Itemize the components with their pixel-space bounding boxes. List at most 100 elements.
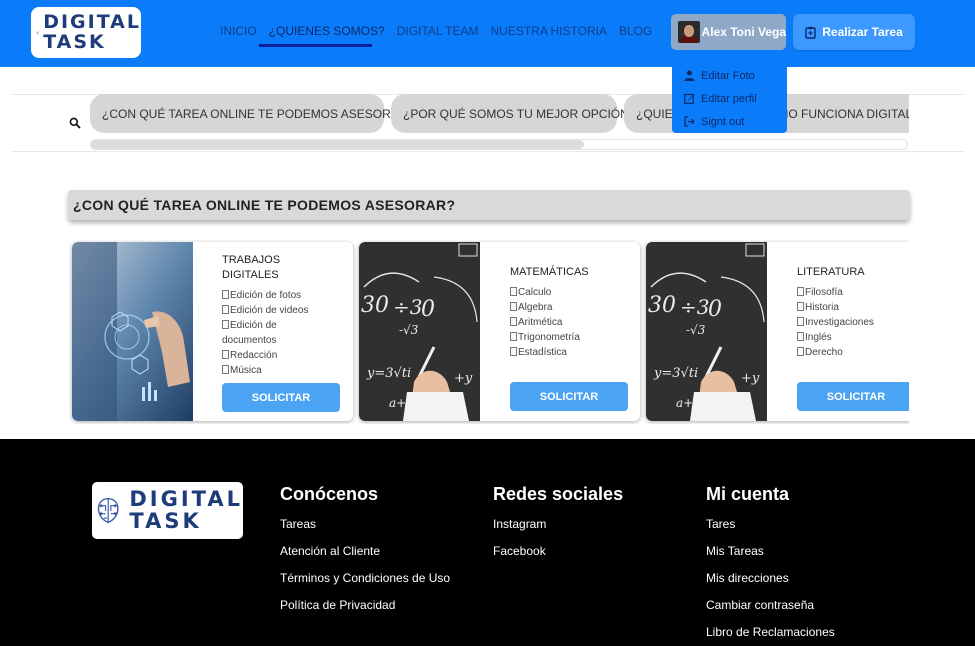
list-item: Investigaciones [797, 315, 874, 330]
avatar [678, 21, 700, 43]
footer-link-facebook[interactable]: Facebook [493, 538, 623, 565]
list-item-label: Aritmética [518, 317, 563, 328]
nav-digital-team[interactable]: DIGITAL TEAM [397, 24, 479, 38]
list-item-label: Calculo [518, 287, 552, 298]
card-title: LITERATURA [797, 266, 865, 278]
menu-item-editar-perfil[interactable]: Editar perfil [672, 87, 787, 110]
document-icon [510, 287, 517, 296]
logo-text-line2: TASK [129, 509, 202, 533]
list-item: Música [222, 363, 308, 378]
list-item-label: Estadística [518, 347, 567, 358]
top-header: DIGITAL TASK INICIO ¿QUIENES SOMOS? DIGI… [0, 0, 975, 67]
logo-text: DIGITAL TASK [43, 13, 141, 52]
list-item-label: Derecho [805, 347, 843, 358]
document-icon [510, 302, 517, 311]
document-icon [510, 332, 517, 341]
footer-link-tareas[interactable]: Tareas [280, 511, 450, 538]
document-icon [222, 350, 229, 359]
logo-text-line1: DIGITAL [129, 487, 243, 511]
card-items: Filosofía Historia Investigaciones Inglé… [797, 285, 874, 360]
footer-col-conocenos: Conócenos Tareas Atención al Cliente Tér… [280, 484, 450, 619]
user-menu-button[interactable]: Alex Toni Vega [671, 14, 786, 50]
nav-inicio[interactable]: INICIO [220, 24, 257, 38]
footer-heading: Mi cuenta [706, 484, 790, 504]
list-item: Filosofía [797, 285, 874, 300]
search-icon[interactable] [69, 117, 81, 129]
document-icon [797, 317, 804, 326]
svg-text:÷3: ÷3 [393, 295, 422, 319]
list-item-label: Edición de fotos [230, 290, 302, 301]
user-name: Alex Toni Vega [701, 25, 786, 39]
list-item: Aritmética [510, 315, 580, 330]
active-nav-indicator [259, 44, 372, 47]
list-item: Edición de fotos [222, 288, 308, 303]
list-item-label: Filosofía [805, 287, 843, 298]
list-item-label: Edición de videos [230, 305, 309, 316]
card-title: MATEMÁTICAS [510, 266, 589, 278]
list-item: Trigonometría [510, 330, 580, 345]
solicitar-button[interactable]: SOLICITAR [797, 382, 909, 411]
solicitar-button[interactable]: SOLICITAR [510, 382, 628, 411]
person-icon [684, 70, 695, 81]
svg-text:0: 0 [708, 297, 722, 322]
card-items: Calculo Algebra Aritmética Trigonometría… [510, 285, 580, 360]
list-item: Inglés [797, 330, 874, 345]
chip-mejor-opcion[interactable]: ¿POR QUÉ SOMOS TU MEJOR OPCIÓN? [391, 94, 635, 133]
footer-link-direcciones[interactable]: Mis direcciones [706, 565, 835, 592]
document-icon [222, 365, 229, 374]
footer-link-instagram[interactable]: Instagram [493, 511, 623, 538]
footer-link-contrasena[interactable]: Cambiar contraseña [706, 592, 835, 619]
svg-text:÷3: ÷3 [680, 295, 709, 319]
menu-item-label: Editar perfil [701, 92, 757, 105]
chip-asesorar[interactable]: ¿CON QUÉ TAREA ONLINE TE PODEMOS ASESORA… [90, 94, 414, 133]
card-title: TRABAJOS DIGITALES [222, 254, 281, 281]
footer-link-privacidad[interactable]: Política de Privacidad [280, 592, 450, 619]
footer-logo[interactable]: DIGITAL TASK [92, 482, 243, 539]
menu-item-label: Editar Foto [701, 69, 755, 82]
footer-link-reclamaciones[interactable]: Libro de Reclamaciones [706, 619, 835, 646]
nav-quienes-somos[interactable]: ¿QUIENES SOMOS? [269, 24, 385, 38]
service-card-matematicas: 30 ÷3 0 -√3 y=3√ti +y a+b MATEMÁTICAS Ca… [359, 242, 640, 421]
document-icon [510, 347, 517, 356]
realizar-tarea-button[interactable]: Realizar Tarea [793, 14, 915, 50]
list-item-label: Investigaciones [805, 317, 874, 328]
document-icon [797, 332, 804, 341]
menu-item-sign-out[interactable]: Signt out [672, 110, 787, 133]
menu-item-label: Signt out [701, 115, 745, 128]
nav-blog[interactable]: BLOG [619, 24, 652, 38]
footer-link-mis-tareas[interactable]: Mis Tareas [706, 538, 835, 565]
document-icon [222, 320, 229, 329]
list-item-label: Algebra [518, 302, 553, 313]
list-item-label: Historia [805, 302, 839, 313]
list-item-label: Trigonometría [518, 332, 580, 343]
footer-link-terminos[interactable]: Términos y Condiciones de Uso [280, 565, 450, 592]
chips-scrollbar-thumb[interactable] [91, 140, 584, 149]
list-item-label: Edición de documentos [222, 320, 277, 346]
footer-heading: Conócenos [280, 484, 379, 504]
chalkboard-math-image: 30 ÷3 0 -√3 y=3√ti +y a+b [359, 242, 480, 421]
footer-link-tares[interactable]: Tares [706, 511, 835, 538]
digital-hand-image [72, 242, 193, 421]
footer-heading: Redes sociales [493, 484, 624, 504]
svg-text:30: 30 [361, 293, 389, 318]
list-item-label: Música [230, 365, 262, 376]
brain-circuit-icon [97, 497, 119, 523]
document-icon [797, 287, 804, 296]
menu-item-editar-foto[interactable]: Editar Foto [672, 64, 787, 87]
site-logo[interactable]: DIGITAL TASK [31, 7, 141, 58]
brain-circuit-icon [36, 30, 39, 34]
svg-text:30: 30 [648, 293, 676, 318]
list-item: Edición de documentos [222, 318, 302, 348]
list-item: Derecho [797, 345, 874, 360]
list-item: Algebra [510, 300, 580, 315]
document-icon [797, 302, 804, 311]
nav-nuestra-historia[interactable]: NUESTRA HISTORIA [491, 24, 607, 38]
solicitar-button[interactable]: SOLICITAR [222, 383, 340, 412]
svg-text:-√3: -√3 [686, 323, 706, 337]
section-title: ¿CON QUÉ TAREA ONLINE TE PODEMOS ASESORA… [68, 190, 910, 220]
footer-link-atencion[interactable]: Atención al Cliente [280, 538, 450, 565]
footer-col-redes: Redes sociales Instagram Facebook [493, 484, 623, 565]
list-item: Edición de videos [222, 303, 308, 318]
realizar-tarea-label: Realizar Tarea [822, 25, 903, 39]
document-icon [222, 305, 229, 314]
